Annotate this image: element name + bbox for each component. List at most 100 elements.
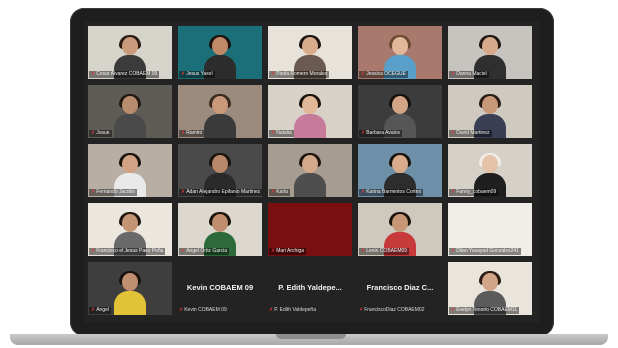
participant-video bbox=[293, 153, 327, 197]
participant-video bbox=[113, 94, 147, 138]
participant-video-tile[interactable]: ✗Francisco el Jesus Paez Peña bbox=[88, 203, 172, 256]
participant-name: Angel Ortiz Garcia bbox=[186, 248, 228, 254]
participant-name-label: ✗Mari Archiga bbox=[269, 248, 306, 255]
mic-off-icon: ✗ bbox=[361, 71, 366, 77]
participant-name: FranciscoDiaz COBAEM02 bbox=[364, 307, 425, 313]
participant-name: Kevin COBAEM 09 bbox=[184, 307, 227, 313]
participant-name: Fernando Jacobo bbox=[96, 189, 136, 195]
participant-name-label: ✗Karina Barrientos Cortes bbox=[359, 189, 423, 196]
participant-video bbox=[113, 271, 147, 315]
participant-video-tile[interactable]: ✗Danna Maciel bbox=[448, 26, 532, 79]
participant-name-label: ✗Fanny_cobaem09 bbox=[449, 189, 499, 196]
participant-name: P. Edith Valdepeña bbox=[274, 307, 316, 313]
participant-name: Francisco el Jesus Paez Peña bbox=[96, 248, 164, 254]
mic-off-icon: ✗ bbox=[91, 71, 96, 77]
mic-off-icon: ✗ bbox=[271, 71, 276, 77]
participant-name-label: ✗Evelyn Tenorio COBAEM11 bbox=[449, 307, 520, 314]
participant-display-name: P. Edith Yaldepe... bbox=[278, 283, 342, 292]
participant-name-label: ✗Francisco el Jesus Paez Peña bbox=[89, 248, 166, 255]
participant-video-tile[interactable]: ✗Karina Barrientos Cortes bbox=[358, 144, 442, 197]
participant-video-tile[interactable]: ✗Jesus Yaxel bbox=[178, 26, 262, 79]
participant-name: Jesus Yaxel bbox=[186, 71, 213, 77]
participant-video-tile[interactable]: ✗Ramiro bbox=[178, 85, 262, 138]
mic-off-icon: ✗ bbox=[91, 189, 96, 195]
participant-video-tile[interactable]: ✗Lenin COBAEM09 bbox=[358, 203, 442, 256]
participant-name-label: ✗Cesar Alvarez COBAEM 09 bbox=[89, 71, 160, 78]
mic-off-icon: ✗ bbox=[179, 307, 184, 313]
participant-name: Cesar Alvarez COBAEM 09 bbox=[96, 71, 158, 77]
participant-name-label: ✗Adan Alejandro Epifanio Martinez bbox=[179, 189, 262, 196]
participant-name: Paola Romero Morales bbox=[276, 71, 328, 77]
participant-display-name: Francisco Diaz C... bbox=[366, 283, 434, 292]
participant-name: Karla bbox=[276, 189, 288, 195]
participant-name: Ramiro bbox=[186, 130, 203, 136]
participant-video-tile[interactable]: ✗Evelyn Tenorio COBAEM11 bbox=[448, 262, 532, 315]
participant-name-label: ✗Lenin COBAEM09 bbox=[359, 248, 410, 255]
mic-off-icon: ✗ bbox=[91, 248, 96, 254]
participant-name: Barbara Avalos bbox=[366, 130, 401, 136]
participant-name-label: ✗David Martinez bbox=[449, 130, 492, 137]
mic-off-icon: ✗ bbox=[181, 189, 186, 195]
participant-name: Lenin COBAEM09 bbox=[366, 248, 408, 254]
mic-off-icon: ✗ bbox=[269, 307, 274, 313]
participant-name: Karina Barrientos Cortes bbox=[366, 189, 421, 195]
participant-video bbox=[293, 94, 327, 138]
participant-name-label: ✗Jesus Yaxel bbox=[179, 71, 215, 78]
mic-off-icon: ✗ bbox=[451, 248, 456, 254]
participant-video-tile[interactable]: ✗Angel bbox=[88, 262, 172, 315]
participant-video-tile[interactable]: ✗Fernando Jacobo bbox=[88, 144, 172, 197]
participant-video-tile[interactable]: ✗Natalia bbox=[268, 85, 352, 138]
participant-video-tile[interactable]: ✗Karla bbox=[268, 144, 352, 197]
mic-off-icon: ✗ bbox=[451, 307, 456, 313]
participant-display-name: Kevin COBAEM 09 bbox=[186, 283, 254, 292]
participant-tile-no-video[interactable]: P. Edith Yaldepe... ✗P. Edith Valdepeña bbox=[268, 262, 352, 315]
participant-name-label: ✗Barbara Avalos bbox=[359, 130, 403, 137]
participant-name: Mari Archiga bbox=[276, 248, 304, 254]
participant-name: Danna Maciel bbox=[456, 71, 487, 77]
participant-name: Adan Alejandro Epifanio Martinez bbox=[186, 189, 261, 195]
mic-off-icon: ✗ bbox=[451, 130, 456, 136]
participant-video-tile[interactable]: ✗Jessica OCEGUE bbox=[358, 26, 442, 79]
participant-name: Josue bbox=[96, 130, 110, 136]
mic-off-icon: ✗ bbox=[361, 248, 366, 254]
participant-video-tile[interactable]: ✗Dilan Yaxayad Gonzalez241 bbox=[448, 203, 532, 256]
participant-name-label: ✗Kevin COBAEM 09 bbox=[179, 307, 227, 314]
mic-off-icon: ✗ bbox=[271, 130, 276, 136]
mic-off-icon: ✗ bbox=[361, 189, 366, 195]
mic-off-icon: ✗ bbox=[359, 307, 364, 313]
participant-video-tile[interactable]: ✗Barbara Avalos bbox=[358, 85, 442, 138]
laptop-notch bbox=[276, 334, 346, 339]
participant-video-tile[interactable]: ✗Adan Alejandro Epifanio Martinez bbox=[178, 144, 262, 197]
participant-video-tile[interactable]: ✗Mari Archiga bbox=[268, 203, 352, 256]
mic-off-icon: ✗ bbox=[181, 71, 186, 77]
participant-name-label: ✗Karla bbox=[269, 189, 290, 196]
participant-tile-no-video[interactable]: Francisco Diaz C... ✗FranciscoDiaz COBAEM… bbox=[358, 262, 442, 315]
participant-name-label: ✗Jessica OCEGUE bbox=[359, 71, 408, 78]
mic-off-icon: ✗ bbox=[91, 130, 96, 136]
participant-video-tile[interactable]: ✗Angel Ortiz Garcia bbox=[178, 203, 262, 256]
participant-name-label: ✗Angel bbox=[89, 307, 111, 314]
participant-name: Angel bbox=[96, 307, 109, 313]
participant-tile-no-video[interactable]: Kevin COBAEM 09 ✗Kevin COBAEM 09 bbox=[178, 262, 262, 315]
participant-name: Natalia bbox=[276, 130, 292, 136]
participant-name: Fanny_cobaem09 bbox=[456, 189, 497, 195]
participant-video-tile[interactable]: ✗Josue bbox=[88, 85, 172, 138]
participant-video-tile[interactable]: ✗David Martinez bbox=[448, 85, 532, 138]
mic-off-icon: ✗ bbox=[91, 307, 96, 313]
participant-video-tile[interactable]: ✗Fanny_cobaem09 bbox=[448, 144, 532, 197]
participant-name-label: ✗Danna Maciel bbox=[449, 71, 489, 78]
participant-name-label: ✗Dilan Yaxayad Gonzalez241 bbox=[449, 248, 521, 255]
participant-video-tile[interactable]: ✗Paola Romero Morales bbox=[268, 26, 352, 79]
participant-name: Jessica OCEGUE bbox=[366, 71, 406, 77]
participant-name-label: ✗Fernando Jacobo bbox=[89, 189, 138, 196]
participant-video-tile[interactable]: ✗Cesar Alvarez COBAEM 09 bbox=[88, 26, 172, 79]
participant-name-label: ✗Angel Ortiz Garcia bbox=[179, 248, 230, 255]
mic-off-icon: ✗ bbox=[271, 248, 276, 254]
mic-off-icon: ✗ bbox=[271, 189, 276, 195]
mic-off-icon: ✗ bbox=[361, 130, 366, 136]
participant-name-label: ✗Natalia bbox=[269, 130, 294, 137]
mic-off-icon: ✗ bbox=[181, 248, 186, 254]
participant-name: David Martinez bbox=[456, 130, 490, 136]
participant-video bbox=[203, 94, 237, 138]
participant-name-label: ✗Paola Romero Morales bbox=[269, 71, 330, 78]
